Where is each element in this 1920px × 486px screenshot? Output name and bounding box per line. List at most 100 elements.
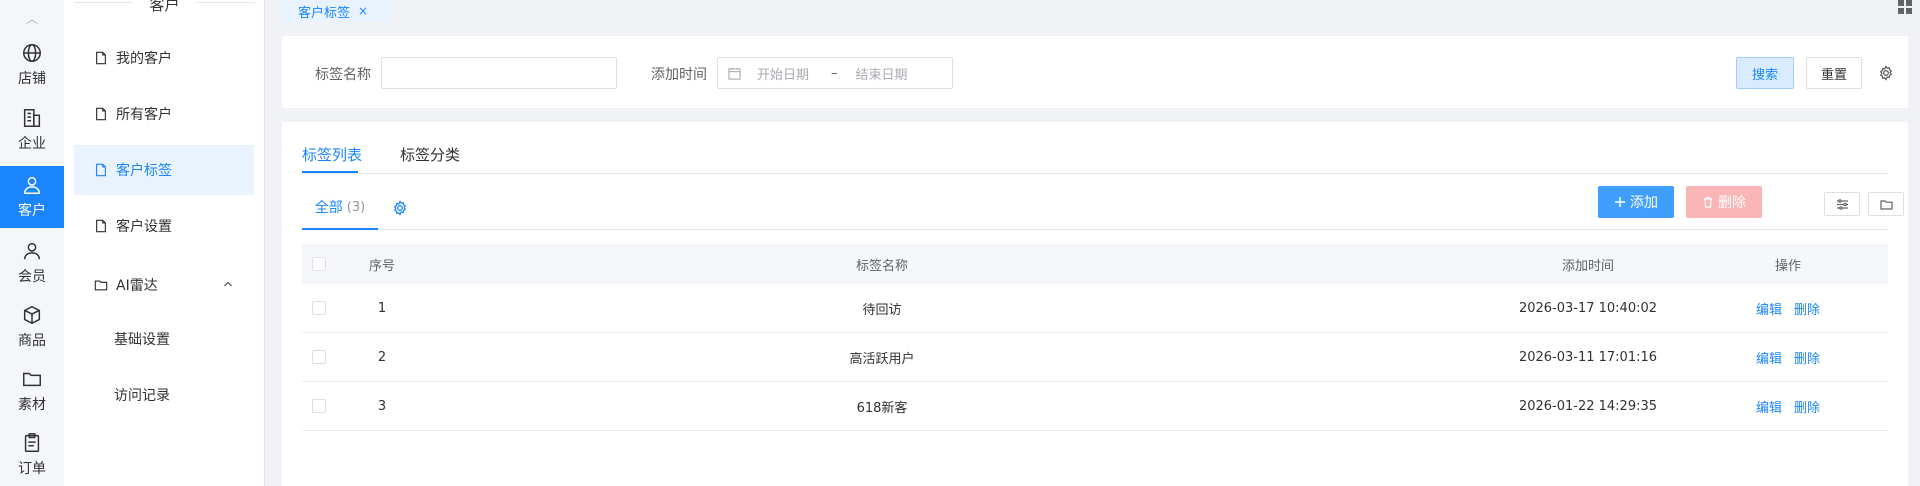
submenu-item-label: 我的客户	[116, 51, 172, 67]
delete-link[interactable]: 删除	[1794, 348, 1820, 367]
search-button[interactable]: 搜索	[1736, 57, 1794, 89]
table-header: 序号 标签名称 添加时间 操作	[302, 244, 1888, 284]
calendar-icon	[728, 67, 741, 80]
row-tag-name: 高活跃用户	[849, 351, 915, 367]
box-icon	[23, 305, 41, 325]
folder-icon	[23, 372, 41, 387]
header-no: 序号	[368, 258, 395, 274]
building-icon	[23, 109, 41, 127]
segment-all[interactable]: 全部 (3)	[302, 186, 378, 230]
segment-label: 全部	[314, 200, 343, 216]
row-tag-name: 待回访	[862, 302, 902, 318]
row-checkbox-cell	[312, 382, 326, 430]
row-checkbox-cell	[312, 284, 326, 332]
tab-customer-tags[interactable]: 客户标签 ×	[282, 0, 392, 22]
end-date-input[interactable]: 结束日期	[856, 64, 908, 83]
delete-button-label: 删除	[1718, 195, 1746, 211]
document-icon	[96, 163, 106, 177]
rail-item-product[interactable]: 商品	[0, 296, 64, 358]
rail-item-label: 企业	[18, 136, 46, 152]
table-row: 3 618新客 2026-01-22 14:29:35 编辑 删除	[302, 382, 1888, 431]
table-row: 2 高活跃用户 2026-03-11 17:01:16 编辑 删除	[302, 333, 1888, 382]
filter-bar: 全部 (3) 添加 删除	[302, 186, 1904, 230]
content-tabs: 标签列表 标签分类	[302, 122, 1888, 174]
segment-count: (3)	[346, 199, 366, 215]
tag-name-input[interactable]	[381, 57, 617, 89]
rail-item-order[interactable]: 订单	[0, 424, 64, 486]
tag-list-panel: 标签列表 标签分类 全部 (3) 添加 删除 序号 标签名称 添加时间 操作 1…	[282, 122, 1908, 486]
gear-icon[interactable]	[1878, 65, 1894, 81]
start-date-input[interactable]: 开始日期	[757, 64, 809, 83]
row-checkbox[interactable]	[312, 399, 326, 413]
submenu-child-visit-records[interactable]: 访问记录	[114, 385, 170, 405]
row-tag-name: 618新客	[856, 400, 908, 416]
date-range-picker[interactable]: 开始日期 – 结束日期	[717, 57, 953, 89]
submenu-item-all-customers[interactable]: 所有客户	[74, 89, 254, 139]
delete-button[interactable]: 删除	[1686, 186, 1762, 218]
rail-item-label: 客户	[18, 203, 46, 219]
chevron-up-icon[interactable]: ︿	[0, 10, 64, 27]
rail-item-member[interactable]: 会员	[0, 232, 64, 294]
row-actions: 编辑 删除	[1738, 284, 1838, 332]
gear-icon[interactable]	[392, 200, 408, 216]
edit-link[interactable]: 编辑	[1756, 397, 1782, 416]
folder-button[interactable]	[1868, 192, 1904, 216]
tab-tag-list[interactable]: 标签列表	[302, 144, 362, 165]
column-settings-button[interactable]	[1824, 192, 1860, 216]
rail-item-enterprise[interactable]: 企业	[0, 99, 64, 161]
edit-link[interactable]: 编辑	[1756, 348, 1782, 367]
rail-item-label: 素材	[18, 397, 46, 413]
document-icon	[96, 219, 106, 233]
range-separator: –	[831, 65, 838, 81]
globe-icon	[23, 44, 41, 62]
submenu-item-my-customers[interactable]: 我的客户	[74, 33, 254, 83]
delete-link[interactable]: 删除	[1794, 299, 1820, 318]
close-icon[interactable]: ×	[358, 4, 368, 18]
submenu-item-customer-tags[interactable]: 客户标签	[74, 145, 254, 195]
plus-icon	[1615, 197, 1625, 207]
header-add-time: 添加时间	[1561, 258, 1614, 274]
submenu-item-ai-radar[interactable]: AI雷达	[74, 260, 254, 310]
tab-label: 客户标签	[298, 5, 351, 21]
tag-table: 序号 标签名称 添加时间 操作 1 待回访 2026-03-17 10:40:0…	[302, 244, 1888, 431]
row-checkbox[interactable]	[312, 350, 326, 364]
add-button[interactable]: 添加	[1598, 186, 1674, 218]
folder-icon	[1879, 199, 1893, 210]
rail-item-label: 订单	[18, 461, 46, 477]
clipboard-icon	[24, 433, 40, 452]
select-all-checkbox[interactable]	[312, 257, 326, 271]
trash-icon	[1704, 196, 1712, 208]
reset-button[interactable]: 重置	[1806, 57, 1862, 89]
row-add-time: 2026-03-11 17:01:16	[1518, 349, 1658, 365]
header-tag-name: 标签名称	[855, 258, 908, 274]
row-no: 2	[377, 349, 387, 365]
edit-link[interactable]: 编辑	[1756, 299, 1782, 318]
rail-item-label: 商品	[18, 333, 46, 349]
member-icon	[23, 242, 41, 260]
row-actions: 编辑 删除	[1738, 333, 1838, 381]
submenu-child-basic-settings[interactable]: 基础设置	[114, 329, 170, 349]
tag-name-label: 标签名称	[315, 67, 371, 83]
folder-open-icon	[94, 280, 108, 291]
submenu-item-customer-settings[interactable]: 客户设置	[74, 201, 254, 251]
user-icon	[23, 176, 41, 194]
row-add-time: 2026-01-22 14:29:35	[1518, 398, 1658, 414]
row-checkbox[interactable]	[312, 301, 326, 315]
submenu-item-label: 所有客户	[116, 107, 172, 123]
grid-icon[interactable]	[1898, 0, 1912, 14]
rail-item-store[interactable]: 店铺	[0, 34, 64, 96]
document-icon	[96, 51, 106, 65]
tab-tag-category[interactable]: 标签分类	[400, 144, 460, 165]
row-actions: 编辑 删除	[1738, 382, 1838, 430]
search-panel: 标签名称 添加时间 开始日期 – 结束日期 搜索 重置	[282, 36, 1908, 108]
rail-item-customer[interactable]: 客户	[0, 166, 64, 228]
rail-item-label: 会员	[18, 269, 46, 285]
chevron-up-icon[interactable]	[222, 278, 234, 290]
rail-item-material[interactable]: 素材	[0, 360, 64, 422]
delete-link[interactable]: 删除	[1794, 397, 1820, 416]
submenu-item-label: 客户标签	[116, 163, 172, 179]
add-time-label: 添加时间	[651, 67, 707, 83]
secondary-menu: 客户 我的客户 所有客户 客户标签 客户设置 AI雷达 基础设置 访问记录	[64, 0, 265, 486]
header-checkbox-cell	[312, 244, 326, 284]
sliders-icon	[1836, 198, 1848, 210]
